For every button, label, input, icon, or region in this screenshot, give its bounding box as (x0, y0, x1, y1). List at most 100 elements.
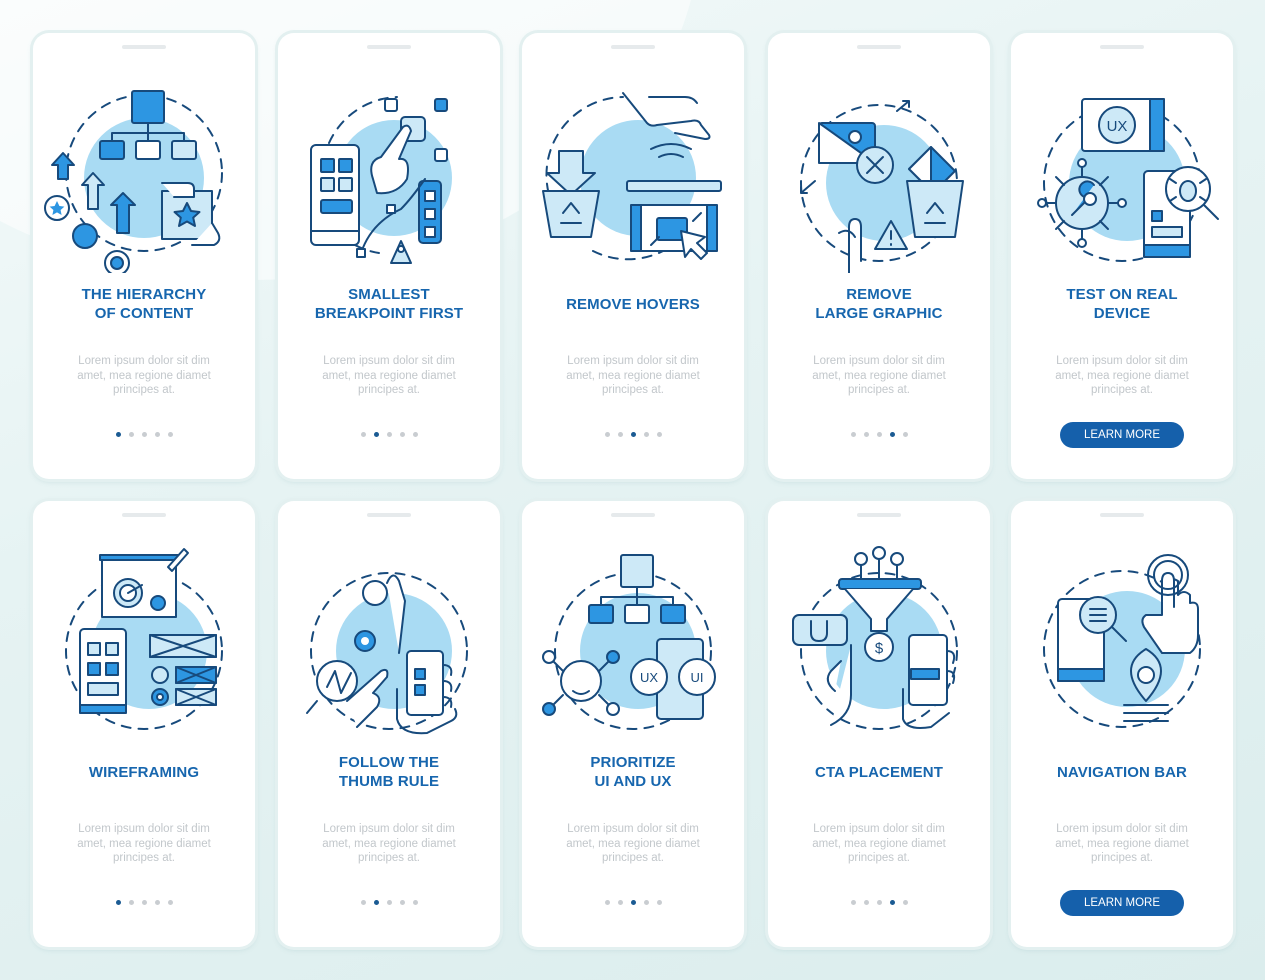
card-description: Lorem ipsum dolor sit dim amet, mea regi… (77, 823, 211, 864)
pagination-dot[interactable] (863, 432, 869, 437)
pagination-dot[interactable] (656, 900, 662, 905)
phone-speaker-notch (611, 45, 655, 49)
pagination-dot[interactable] (604, 900, 610, 905)
pagination-dot[interactable] (167, 900, 173, 905)
pagination-dot[interactable] (643, 432, 649, 437)
phone-speaker-notch (611, 513, 655, 517)
pagination-dot-active[interactable] (373, 900, 379, 905)
cta-placement-icon: $ (779, 541, 979, 741)
pagination-dots (522, 432, 744, 437)
card-title-line: UI AND UX (594, 773, 672, 790)
pagination-dot[interactable] (386, 432, 392, 437)
learn-more-button[interactable]: LEARN MORE (1060, 422, 1184, 448)
onboarding-screen-card: NAVIGATION BAR Lorem ipsum dolor sit dim … (1011, 501, 1233, 947)
pagination-dot[interactable] (141, 432, 147, 437)
card-description: Lorem ipsum dolor sit dim amet, mea regi… (566, 823, 700, 864)
onboarding-screen-card: UX UI PRIORITIZE UI AND UX Lorem ipsum dol… (522, 501, 744, 947)
card-title: PRIORITIZE UI AND UX (522, 753, 744, 791)
card-title-line: THE HIERARCHY (81, 286, 207, 303)
pagination-dot-active[interactable] (630, 432, 636, 437)
pagination-dots (33, 432, 255, 437)
pagination-dots (278, 432, 500, 437)
pagination-dot[interactable] (141, 900, 147, 905)
pagination-dot[interactable] (154, 432, 160, 437)
hierarchy-icon (44, 73, 244, 276)
phone-speaker-notch (857, 513, 901, 517)
card-description: Lorem ipsum dolor sit dim amet, mea regi… (322, 823, 456, 864)
card-title-line: OF CONTENT (94, 305, 194, 322)
pagination-dot[interactable] (412, 900, 418, 905)
pagination-dot[interactable] (360, 900, 366, 905)
pagination-dot[interactable] (863, 900, 869, 905)
pagination-dot[interactable] (128, 432, 134, 437)
pagination-dot[interactable] (604, 432, 610, 437)
ux-label: UX (640, 670, 658, 685)
phone-speaker-notch (367, 513, 411, 517)
card-title-line: NAVIGATION BAR (1056, 764, 1187, 781)
card-title-line: SMALLEST (348, 286, 430, 303)
pagination-dot[interactable] (399, 432, 405, 437)
pagination-dot[interactable] (128, 900, 134, 905)
pagination-dot[interactable] (850, 432, 856, 437)
pagination-dot[interactable] (850, 900, 856, 905)
pagination-dot-active[interactable] (115, 432, 121, 437)
card-title: CTA PLACEMENT (768, 763, 990, 782)
card-title-line: DEVICE (1093, 305, 1151, 322)
card-description: Lorem ipsum dolor sit dim amet, mea regi… (77, 355, 211, 396)
card-description: Lorem ipsum dolor sit dim amet, mea regi… (1055, 355, 1189, 396)
pagination-dot[interactable] (412, 432, 418, 437)
pagination-dots (522, 900, 744, 905)
onboarding-screen-card: SMALLEST BREAKPOINT FIRST Lorem ipsum dolo… (278, 33, 500, 479)
pagination-dot[interactable] (617, 900, 623, 905)
card-title: WIREFRAMING (33, 763, 255, 782)
card-title: REMOVE LARGE GRAPHIC (768, 285, 990, 323)
phone-speaker-notch (857, 45, 901, 49)
learn-more-button[interactable]: LEARN MORE (1060, 890, 1184, 916)
card-title: FOLLOW THE THUMB RULE (278, 753, 500, 791)
pagination-dot-active[interactable] (630, 900, 636, 905)
pagination-dot[interactable] (154, 900, 160, 905)
ux-label: UX (1107, 118, 1128, 135)
pagination-dot[interactable] (399, 900, 405, 905)
pagination-dot[interactable] (902, 900, 908, 905)
pagination-dot[interactable] (643, 900, 649, 905)
pagination-dots (33, 900, 255, 905)
phone-speaker-notch (367, 45, 411, 49)
card-title-line: REMOVE (846, 286, 912, 303)
card-title-line: CTA PLACEMENT (815, 764, 943, 781)
pagination-dot-active[interactable] (889, 900, 895, 905)
card-title: SMALLEST BREAKPOINT FIRST (278, 285, 500, 323)
thumb-rule-icon (289, 541, 489, 741)
pagination-dot-active[interactable] (115, 900, 121, 905)
ui-label: UI (691, 670, 704, 685)
pagination-dot[interactable] (902, 432, 908, 437)
pagination-dot[interactable] (876, 432, 882, 437)
card-description: Lorem ipsum dolor sit dim amet, mea regi… (812, 355, 946, 396)
card-title-line: THUMB RULE (338, 773, 440, 790)
pagination-dot[interactable] (167, 432, 173, 437)
pagination-dot-active[interactable] (373, 432, 379, 437)
card-title: TEST ON REAL DEVICE (1011, 285, 1233, 323)
card-title-line: FOLLOW THE (338, 754, 440, 771)
onboarding-screen-card: REMOVE HOVERS Lorem ipsum dolor sit dim a… (522, 33, 744, 479)
remove-hovers-icon (533, 73, 733, 273)
pagination-dot[interactable] (386, 900, 392, 905)
card-title: THE HIERARCHY OF CONTENT (33, 285, 255, 323)
pagination-dots (768, 432, 990, 437)
phone-speaker-notch (1100, 513, 1144, 517)
onboarding-screen-card: WIREFRAMING Lorem ipsum dolor sit dim ame… (33, 501, 255, 947)
card-title-line: LARGE GRAPHIC (815, 305, 943, 322)
card-description: Lorem ipsum dolor sit dim amet, mea regi… (566, 355, 700, 396)
pagination-dot-active[interactable] (889, 432, 895, 437)
onboarding-screen-card: THE HIERARCHY OF CONTENT Lorem ipsum dolor… (33, 33, 255, 479)
card-title-line: TEST ON REAL (1066, 286, 1178, 303)
card-title: REMOVE HOVERS (522, 295, 744, 314)
onboarding-screen-card: REMOVE LARGE GRAPHIC Lorem ipsum dolor sit… (768, 33, 990, 479)
pagination-dot[interactable] (656, 432, 662, 437)
prioritize-ui-ux-icon: UX UI (533, 541, 733, 741)
pagination-dots (768, 900, 990, 905)
card-description: Lorem ipsum dolor sit dim amet, mea regi… (1055, 823, 1189, 864)
pagination-dot[interactable] (360, 432, 366, 437)
pagination-dot[interactable] (876, 900, 882, 905)
pagination-dot[interactable] (617, 432, 623, 437)
